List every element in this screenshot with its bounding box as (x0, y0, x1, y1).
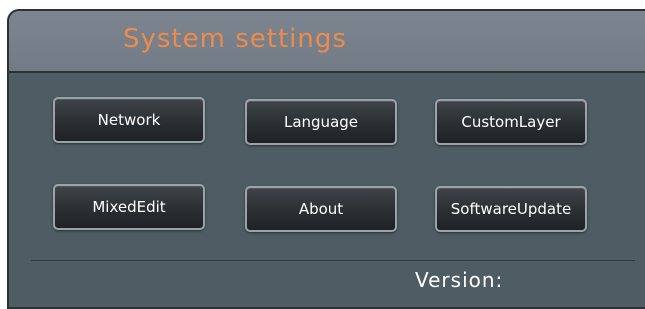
header-bar: System settings (9, 11, 645, 73)
version-label: Version: (415, 268, 504, 292)
mixed-edit-button[interactable]: MixedEdit (53, 184, 205, 230)
about-button[interactable]: About (245, 186, 397, 232)
footer-divider (31, 260, 635, 261)
software-update-button[interactable]: SoftwareUpdate (435, 186, 587, 232)
network-button[interactable]: Network (53, 97, 205, 143)
custom-layer-button[interactable]: CustomLayer (435, 99, 587, 145)
language-button[interactable]: Language (245, 99, 397, 145)
settings-window: System settings Network Language CustomL… (7, 9, 645, 309)
page-title: System settings (123, 24, 347, 54)
